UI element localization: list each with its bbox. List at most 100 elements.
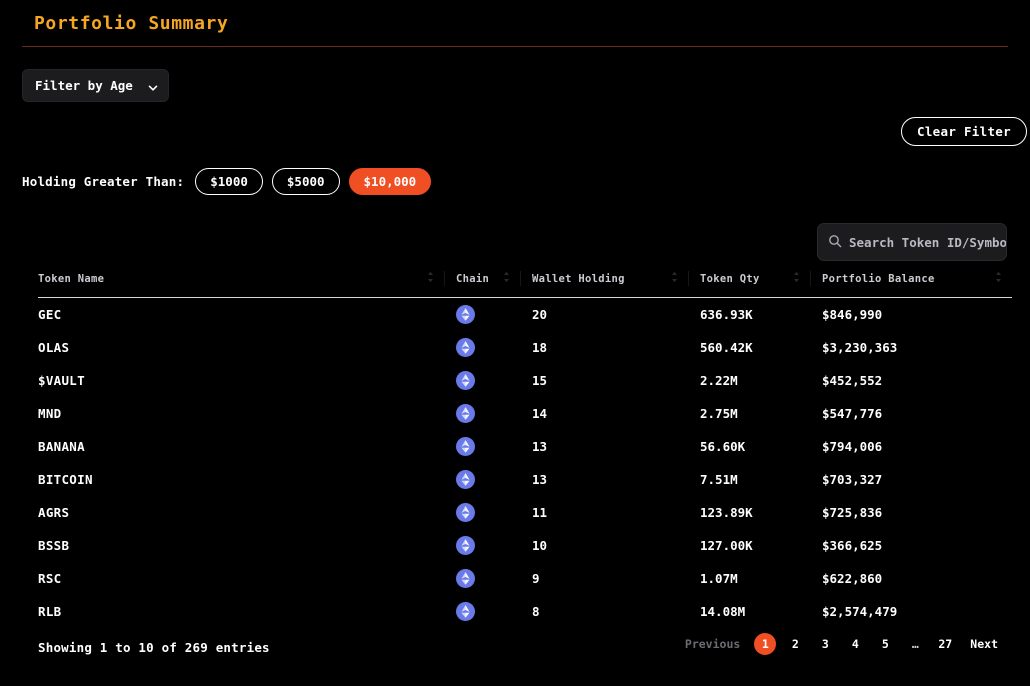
cell-token-qty: 127.00K	[700, 537, 753, 553]
table-row[interactable]: OLAS 18 560.42K $3,230,363	[38, 331, 1012, 364]
cell-token-qty: 2.22M	[700, 372, 738, 388]
cell-wallet-holding: 14	[532, 405, 548, 421]
search-container[interactable]	[817, 223, 1007, 261]
table-row[interactable]: GEC 20 636.93K $846,990	[38, 298, 1012, 331]
ethereum-icon	[456, 469, 475, 489]
ethereum-icon	[456, 601, 475, 621]
ethereum-icon	[456, 304, 475, 324]
column-header-chain[interactable]: Chain	[444, 271, 520, 298]
cell-portfolio-balance: $725,836	[822, 504, 883, 520]
column-label-wallet-holding: Wallet Holding	[532, 272, 625, 285]
table-header: Token Name Chain Wallet Holding Token Qt…	[38, 271, 1012, 298]
cell-chain	[444, 463, 520, 496]
cell-token-name: BSSB	[38, 537, 70, 553]
cell-token-name: RLB	[38, 603, 62, 619]
cell-wallet-holding: 11	[532, 504, 548, 520]
column-label-chain: Chain	[456, 272, 490, 285]
cell-portfolio-balance: $703,327	[822, 471, 883, 487]
cell-portfolio-balance: $2,574,479	[822, 603, 898, 619]
portfolio-table: Token Name Chain Wallet Holding Token Qt…	[38, 271, 1012, 628]
ethereum-icon	[456, 436, 475, 456]
table-body: GEC 20 636.93K $846,990 OLAS 18 560.42K $3,230,…	[38, 298, 1012, 628]
clear-filter-button[interactable]: Clear Filter	[901, 117, 1027, 146]
search-input[interactable]	[849, 234, 1006, 250]
pagination-page-1[interactable]: 1	[754, 633, 777, 655]
table-row[interactable]: MND 14 2.75M $547,776	[38, 397, 1012, 430]
column-header-token-qty[interactable]: Token Qty	[688, 271, 810, 298]
cell-wallet-holding: 20	[532, 306, 548, 322]
pagination-page-4[interactable]: 4	[844, 633, 866, 655]
cell-token-qty: 2.75M	[700, 405, 738, 421]
cell-token-qty: 636.93K	[700, 306, 753, 322]
ethereum-icon	[456, 403, 475, 423]
cell-token-name: AGRS	[38, 504, 70, 520]
sort-arrows-icon	[793, 271, 800, 286]
cell-token-name: MND	[38, 405, 62, 421]
column-header-wallet-holding[interactable]: Wallet Holding	[520, 271, 688, 298]
column-label-portfolio-balance: Portfolio Balance	[822, 272, 935, 285]
cell-token-qty: 560.42K	[700, 339, 753, 355]
cell-chain	[444, 430, 520, 463]
cell-chain	[444, 397, 520, 430]
table-header-row: Token Name Chain Wallet Holding Token Qt…	[38, 271, 1012, 298]
cell-token-qty: 7.51M	[700, 471, 738, 487]
pagination-page-27[interactable]: 27	[934, 633, 956, 655]
search-icon	[828, 233, 842, 252]
cell-portfolio-balance: $366,625	[822, 537, 883, 553]
ethereum-icon	[456, 568, 475, 588]
column-label-token-qty: Token Qty	[700, 272, 760, 285]
chevron-down-icon	[148, 81, 158, 91]
cell-token-name: OLAS	[38, 339, 70, 355]
page-title: Portfolio Summary	[34, 13, 229, 34]
showing-entries-text: Showing 1 to 10 of 269 entries	[38, 640, 270, 655]
pagination-page-5[interactable]: 5	[874, 633, 896, 655]
cell-portfolio-balance: $547,776	[822, 405, 883, 421]
column-header-portfolio-balance[interactable]: Portfolio Balance	[810, 271, 1012, 298]
cell-wallet-holding: 18	[532, 339, 548, 355]
filter-by-age-label: Filter by Age	[35, 78, 133, 93]
cell-chain	[444, 364, 520, 397]
cell-wallet-holding: 13	[532, 438, 548, 454]
cell-chain	[444, 529, 520, 562]
cell-portfolio-balance: $452,552	[822, 372, 883, 388]
table-row[interactable]: RSC 9 1.07M $622,860	[38, 562, 1012, 595]
cell-portfolio-balance: $794,006	[822, 438, 883, 454]
cell-chain	[444, 298, 520, 331]
column-header-token-name[interactable]: Token Name	[38, 271, 444, 298]
holding-filter-label: Holding Greater Than:	[22, 174, 185, 189]
cell-portfolio-balance: $3,230,363	[822, 339, 898, 355]
table-row[interactable]: AGRS 11 123.89K $725,836	[38, 496, 1012, 529]
holding-option-1000[interactable]: $1000	[195, 168, 263, 195]
pagination-page-2[interactable]: 2	[784, 633, 806, 655]
holding-option-10000[interactable]: $10,000	[348, 168, 432, 195]
cell-chain	[444, 331, 520, 364]
column-label-token-name: Token Name	[38, 272, 105, 285]
cell-token-name: BITCOIN	[38, 471, 93, 487]
table-row[interactable]: BANANA 13 56.60K $794,006	[38, 430, 1012, 463]
cell-token-qty: 14.08M	[700, 603, 746, 619]
cell-token-name: BANANA	[38, 438, 85, 454]
cell-token-name: GEC	[38, 306, 62, 322]
table-row[interactable]: $VAULT 15 2.22M $452,552	[38, 364, 1012, 397]
cell-token-qty: 123.89K	[700, 504, 753, 520]
cell-token-name: RSC	[38, 570, 62, 586]
holding-filter-group: Holding Greater Than: $1000 $5000 $10,00…	[22, 168, 440, 195]
title-divider	[22, 46, 1008, 47]
pagination-next[interactable]: Next	[964, 633, 1004, 655]
cell-wallet-holding: 9	[532, 570, 540, 586]
cell-wallet-holding: 10	[532, 537, 548, 553]
cell-token-name: $VAULT	[38, 372, 85, 388]
table-row[interactable]: BSSB 10 127.00K $366,625	[38, 529, 1012, 562]
cell-chain	[444, 496, 520, 529]
table-row[interactable]: RLB 8 14.08M $2,574,479	[38, 595, 1012, 628]
ethereum-icon	[456, 535, 475, 555]
holding-option-5000[interactable]: $5000	[271, 168, 340, 195]
pagination-prev[interactable]: Previous	[679, 633, 746, 655]
ethereum-icon	[456, 370, 475, 390]
ethereum-icon	[456, 337, 475, 357]
sort-arrows-icon	[995, 271, 1002, 286]
pagination-page-3[interactable]: 3	[814, 633, 836, 655]
filter-by-age-select[interactable]: Filter by Age	[22, 69, 169, 102]
ethereum-icon	[456, 502, 475, 522]
table-row[interactable]: BITCOIN 13 7.51M $703,327	[38, 463, 1012, 496]
